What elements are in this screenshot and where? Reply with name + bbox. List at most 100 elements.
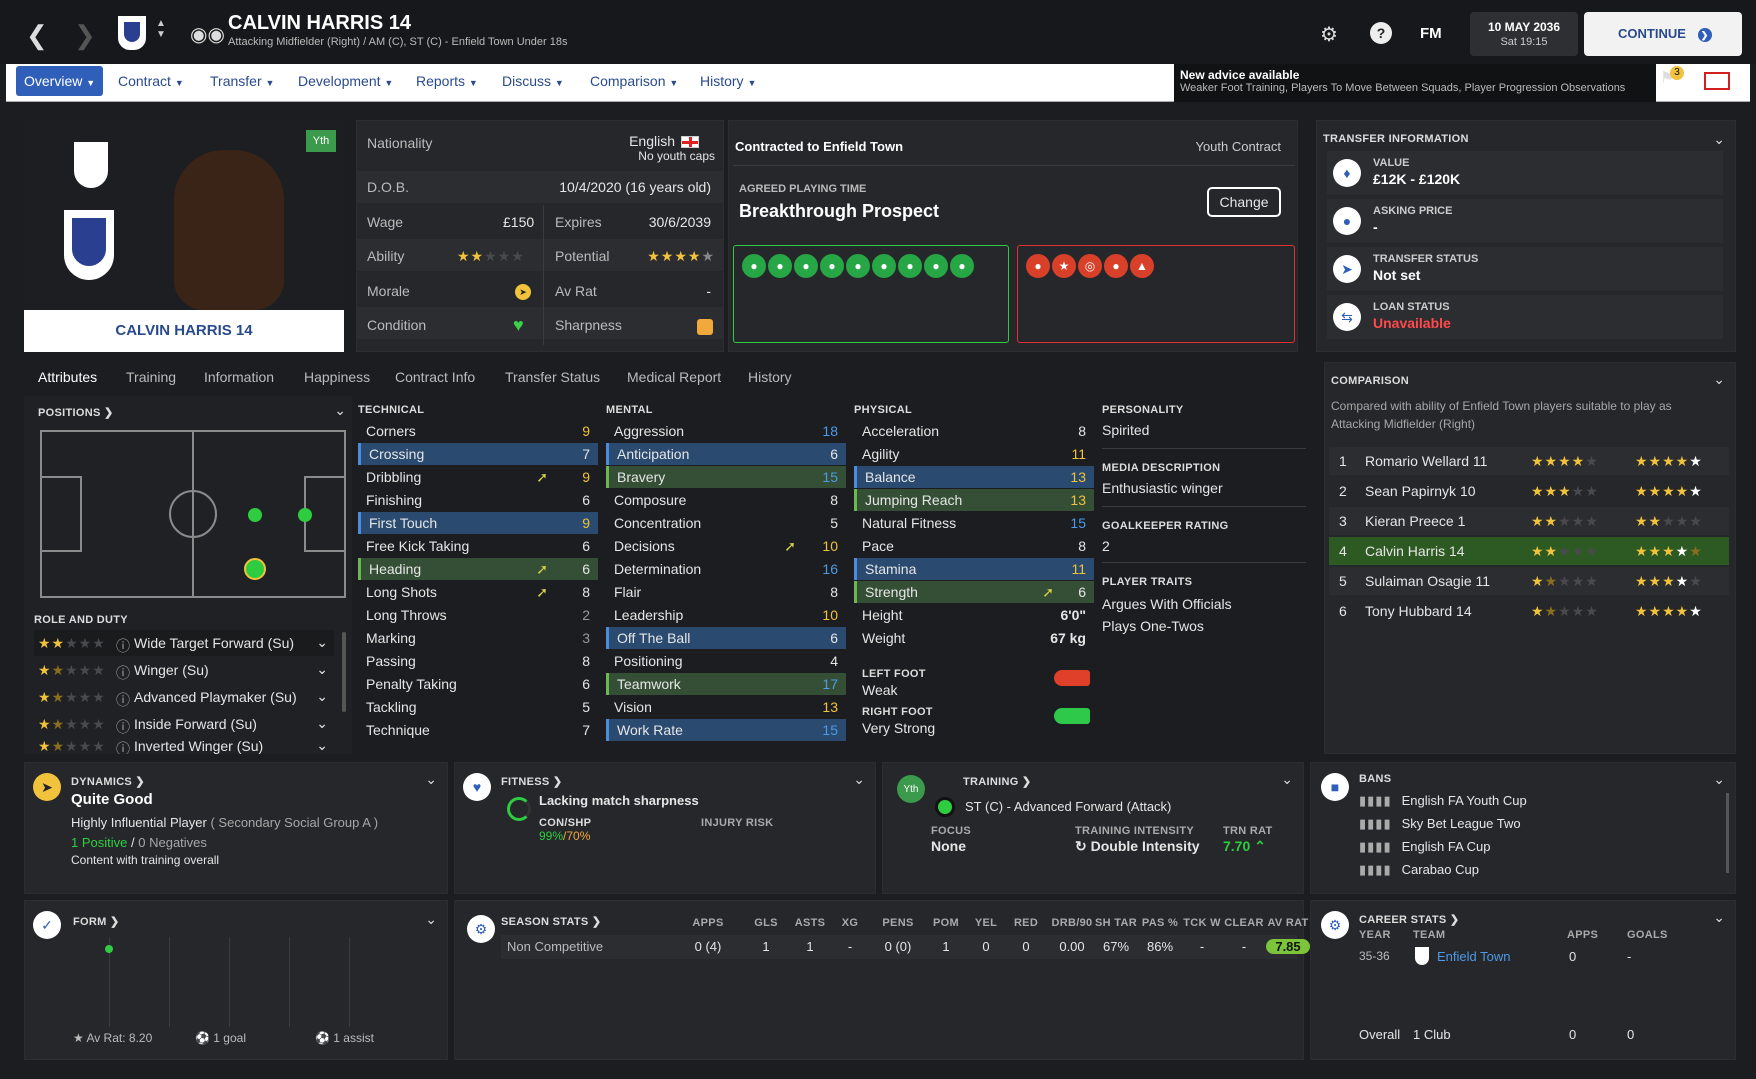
training-title[interactable]: TRAINING ❯ — [963, 775, 1031, 788]
chevron-down-icon[interactable]: ⌄ — [334, 402, 346, 419]
comparison-row[interactable]: 1 Romario Wellard 11 ★★★★★ ★★★★★ — [1329, 447, 1729, 475]
chevron-down-icon[interactable]: ⌄ — [1713, 131, 1725, 148]
chevron-down-icon[interactable]: ⌄ — [316, 634, 328, 651]
nav-development[interactable]: Development ▼ — [298, 73, 393, 89]
trait-icon[interactable]: ● — [872, 254, 896, 278]
stat-header[interactable]: SH TAR — [1091, 917, 1141, 929]
comparison-row[interactable]: 3 Kieran Preece 1 ★★★★★ ★★★★★ — [1329, 507, 1729, 535]
attr-teamwork[interactable]: Teamwork 17 — [606, 673, 846, 695]
chevron-down-icon[interactable]: ⌄ — [316, 737, 328, 754]
info-icon[interactable]: ⓘ — [116, 739, 130, 754]
tab-attributes[interactable]: Attributes — [38, 369, 97, 385]
trait-item[interactable]: Argues With Officials — [1102, 596, 1232, 612]
fitness-title[interactable]: FITNESS ❯ — [501, 775, 562, 788]
change-button[interactable]: Change — [1207, 187, 1281, 217]
tab-information[interactable]: Information — [204, 369, 274, 385]
trait-icon[interactable]: ● — [768, 254, 792, 278]
continue-button[interactable]: CONTINUE ❯ — [1584, 12, 1742, 56]
attr-technique[interactable]: Technique 7 — [358, 719, 598, 741]
attr-strength[interactable]: Strength ➚ 6 — [854, 581, 1094, 603]
chevron-down-icon[interactable]: ⌄ — [853, 771, 865, 788]
stat-header[interactable]: CLEAR — [1219, 917, 1269, 929]
comparison-row[interactable]: 6 Tony Hubbard 14 ★★★★★ ★★★★★ — [1329, 597, 1729, 625]
monitor-icon[interactable] — [1704, 72, 1730, 90]
trait-icon[interactable]: ▲ — [1130, 254, 1154, 278]
chevron-down-icon[interactable]: ⌄ — [1713, 771, 1725, 788]
chevron-down-icon[interactable]: ⌄ — [316, 661, 328, 678]
squad-switch-icon[interactable]: ▲ ▼ — [156, 18, 166, 40]
attr-determination[interactable]: Determination 16 — [606, 558, 846, 580]
tab-transfer-status[interactable]: Transfer Status — [505, 369, 600, 385]
chevron-down-icon[interactable]: ⌄ — [1713, 371, 1725, 388]
role-row[interactable]: ★★★★★ ⓘ Advanced Playmaker (Su) ⌄ — [34, 684, 334, 710]
tab-history[interactable]: History — [748, 369, 792, 385]
role-row[interactable]: ★★★★★ ⓘ Winger (Su) ⌄ — [34, 657, 334, 683]
nav-comparison[interactable]: Comparison ▼ — [590, 73, 678, 89]
stat-header[interactable]: XG — [825, 917, 875, 929]
attr-anticipation[interactable]: Anticipation 6 — [606, 443, 846, 465]
position-dot[interactable] — [248, 508, 262, 522]
attr-acceleration[interactable]: Acceleration 8 — [854, 420, 1094, 442]
attr-positioning[interactable]: Positioning 4 — [606, 650, 846, 672]
trait-icon[interactable]: ● — [1026, 254, 1050, 278]
info-icon[interactable]: ⓘ — [116, 690, 130, 710]
roles-scrollbar[interactable] — [342, 632, 346, 712]
stat-header[interactable]: AV RAT — [1263, 917, 1313, 929]
attr-tackling[interactable]: Tackling 5 — [358, 696, 598, 718]
career-team-link[interactable]: Enfield Town — [1437, 949, 1510, 964]
attr-penalty[interactable]: Penalty Taking 6 — [358, 673, 598, 695]
bans-scrollbar[interactable] — [1726, 793, 1729, 873]
attr-jumping[interactable]: Jumping Reach 13 — [854, 489, 1094, 511]
attr-leadership[interactable]: Leadership 10 — [606, 604, 846, 626]
trait-icon[interactable]: ● — [846, 254, 870, 278]
nav-contract[interactable]: Contract ▼ — [118, 73, 184, 89]
chevron-down-icon[interactable]: ⌄ — [1281, 771, 1293, 788]
tab-medical-report[interactable]: Medical Report — [627, 369, 721, 385]
chevron-down-icon[interactable]: ⌄ — [316, 688, 328, 705]
ban-row[interactable]: ▮▮▮▮ Carabao Cup — [1359, 862, 1479, 878]
info-icon[interactable]: ⓘ — [116, 636, 130, 656]
stat-header[interactable]: PENS — [873, 917, 923, 929]
tab-contract-info[interactable]: Contract Info — [395, 369, 475, 385]
chevron-down-icon[interactable]: ⌄ — [1713, 909, 1725, 926]
attr-agility[interactable]: Agility 11 — [854, 443, 1094, 465]
trait-icon[interactable]: ● — [950, 254, 974, 278]
role-row[interactable]: ★★★★★ ⓘ Inverted Winger (Su) ⌄ — [34, 736, 334, 754]
attr-marking[interactable]: Marking 3 — [358, 627, 598, 649]
intensity-value[interactable]: ↻ Double Intensity — [1075, 838, 1200, 855]
stat-header[interactable]: DRB/90 — [1047, 917, 1097, 929]
nav-history[interactable]: History ▼ — [700, 73, 756, 89]
attr-aggression[interactable]: Aggression 18 — [606, 420, 846, 442]
attr-concentration[interactable]: Concentration 5 — [606, 512, 846, 534]
attr-passing[interactable]: Passing 8 — [358, 650, 598, 672]
stat-header[interactable]: GLS — [741, 917, 791, 929]
chevron-down-icon[interactable]: ⌄ — [425, 911, 437, 928]
positions-title[interactable]: POSITIONS ❯ — [38, 406, 113, 419]
trait-icon[interactable]: ● — [742, 254, 766, 278]
ban-row[interactable]: ▮▮▮▮ Sky Bet League Two — [1359, 816, 1521, 832]
attr-long-shots[interactable]: Long Shots ➚ 8 — [358, 581, 598, 603]
dynamics-title[interactable]: DYNAMICS ❯ — [71, 775, 145, 788]
attr-off-the-ball[interactable]: Off The Ball 6 — [606, 627, 846, 649]
tab-training[interactable]: Training — [126, 369, 176, 385]
natural-position-dot[interactable] — [244, 558, 266, 580]
forward-icon[interactable]: ❯ — [74, 20, 96, 51]
nav-discuss[interactable]: Discuss ▼ — [502, 73, 564, 89]
attr-first-touch[interactable]: First Touch 9 — [358, 512, 598, 534]
trait-icon[interactable]: ★ — [1052, 254, 1076, 278]
globe-icon[interactable]: ⚙ — [1320, 22, 1338, 47]
attr-pace[interactable]: Pace 8 — [854, 535, 1094, 557]
attr-natural-fitness[interactable]: Natural Fitness 15 — [854, 512, 1094, 534]
info-icon[interactable]: ⓘ — [116, 663, 130, 683]
attr-finishing[interactable]: Finishing 6 — [358, 489, 598, 511]
attr-stamina[interactable]: Stamina 11 — [854, 558, 1094, 580]
attr-balance[interactable]: Balance 13 — [854, 466, 1094, 488]
comparison-row[interactable]: 2 Sean Papirnyk 10 ★★★★★ ★★★★★ — [1329, 477, 1729, 505]
role-row[interactable]: ★★★★★ ⓘ Inside Forward (Su) ⌄ — [34, 711, 334, 737]
attr-bravery[interactable]: Bravery 15 — [606, 466, 846, 488]
attr-dribbling[interactable]: Dribbling ➚ 9 — [358, 466, 598, 488]
back-icon[interactable]: ❮ — [26, 20, 48, 51]
nav-transfer[interactable]: Transfer ▼ — [210, 73, 274, 89]
trait-icon[interactable]: ◎ — [1078, 254, 1102, 278]
ban-row[interactable]: ▮▮▮▮ English FA Cup — [1359, 839, 1491, 855]
